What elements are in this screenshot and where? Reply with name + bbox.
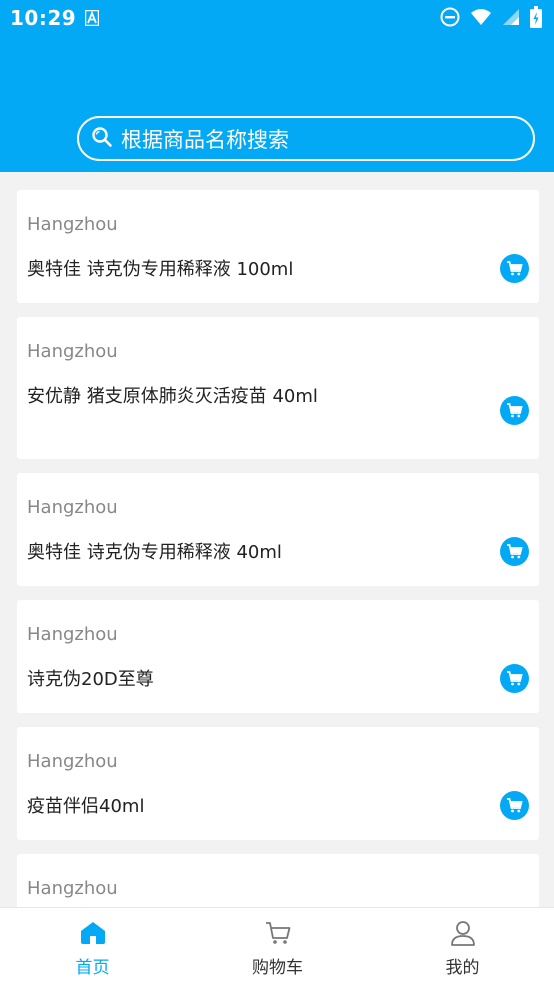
product-city: Hangzhou — [27, 214, 118, 235]
home-icon — [79, 918, 107, 948]
product-city: Hangzhou — [27, 341, 118, 362]
do-not-disturb-icon — [440, 7, 460, 31]
add-to-cart-button[interactable] — [500, 791, 529, 820]
product-city: Hangzhou — [27, 751, 118, 772]
user-icon — [449, 918, 477, 948]
search-bar[interactable]: 根据商品名称搜索 — [77, 116, 535, 161]
bottom-tab-bar: 首页 购物车 我的 — [0, 907, 554, 984]
product-city: Hangzhou — [27, 497, 118, 518]
product-city: Hangzhou — [27, 878, 118, 899]
product-card[interactable]: Hangzhou — [17, 854, 539, 908]
cart-icon — [264, 918, 292, 948]
product-name: 诗克伪20D至尊 — [27, 669, 154, 690]
add-to-cart-button[interactable] — [500, 396, 529, 425]
status-icons — [440, 6, 542, 32]
tab-cart-label: 购物车 — [252, 958, 303, 978]
tab-profile-label: 我的 — [445, 958, 480, 978]
tab-home-label: 首页 — [75, 958, 110, 978]
product-card[interactable]: Hangzhou 诗克伪20D至尊 — [17, 600, 539, 713]
battery-icon — [530, 6, 542, 32]
notification-app-icon — [84, 9, 100, 27]
product-name: 疫苗伴侣40ml — [27, 796, 145, 817]
status-time: 10:29 — [10, 6, 77, 30]
product-card[interactable]: Hangzhou 疫苗伴侣40ml — [17, 727, 539, 840]
product-name: 奥特佳 诗克伪专用稀释液 100ml — [27, 259, 294, 280]
product-card[interactable]: Hangzhou 奥特佳 诗克伪专用稀释液 40ml — [17, 473, 539, 586]
wifi-icon — [470, 8, 492, 30]
search-icon — [91, 126, 113, 152]
product-card[interactable]: Hangzhou 安优静 猪支原体肺炎灭活疫苗 40ml — [17, 317, 539, 459]
product-list: Hangzhou 奥特佳 诗克伪专用稀释液 100ml Hangzhou 安优静… — [17, 190, 539, 908]
tab-home[interactable]: 首页 — [0, 908, 185, 984]
search-placeholder: 根据商品名称搜索 — [121, 127, 289, 152]
signal-icon — [502, 8, 520, 30]
product-name: 奥特佳 诗克伪专用稀释液 40ml — [27, 542, 282, 563]
product-name: 安优静 猪支原体肺炎灭活疫苗 40ml — [27, 386, 318, 407]
add-to-cart-button[interactable] — [500, 664, 529, 693]
add-to-cart-button[interactable] — [500, 254, 529, 283]
status-bar: 10:29 — [0, 0, 554, 38]
add-to-cart-button[interactable] — [500, 537, 529, 566]
tab-profile[interactable]: 我的 — [370, 908, 554, 984]
product-city: Hangzhou — [27, 624, 118, 645]
product-card[interactable]: Hangzhou 奥特佳 诗克伪专用稀释液 100ml — [17, 190, 539, 303]
tab-cart[interactable]: 购物车 — [185, 908, 370, 984]
app-header: 10:29 根据商品名称搜索 — [0, 0, 554, 172]
